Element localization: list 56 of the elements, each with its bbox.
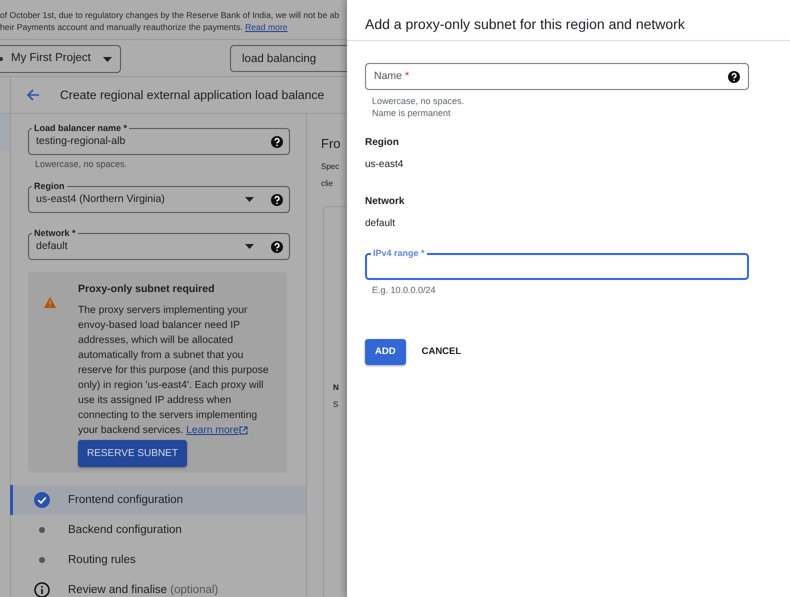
read-more-link[interactable]: Read more <box>245 22 288 32</box>
banner-text: heir Payments account and manually reauthorize the payments. Read more <box>0 22 289 32</box>
info-value: us-east4 <box>365 158 404 172</box>
help-icon <box>271 240 283 252</box>
step-item[interactable]: Routing rules <box>10 545 306 576</box>
project-selector[interactable]: My First Project <box>0 45 121 73</box>
step-item[interactable]: Review and finalise (optional) <box>10 575 306 597</box>
input-field[interactable]: Load balancer name * testing-regional-alb <box>28 123 290 155</box>
field-label: Load balancer name * <box>33 123 128 134</box>
helper-text: Lowercase, no spaces. <box>35 158 128 171</box>
alert-title: Proxy-only subnet required <box>78 282 216 296</box>
bullet-icon <box>39 527 45 534</box>
section-text: S <box>333 398 340 410</box>
help-icon <box>728 70 740 82</box>
check-circle-icon <box>34 492 50 508</box>
step-item[interactable]: Frontend configuration <box>10 485 306 516</box>
input-field[interactable]: Name * <box>365 63 749 90</box>
field-label: Name * <box>374 70 410 82</box>
warning-icon <box>44 296 56 308</box>
back-arrow-icon <box>26 89 40 101</box>
field-value: default <box>36 240 68 252</box>
learn-more-link[interactable]: Learn more <box>186 425 248 436</box>
panel-title: Add a proxy-only subnet for this region and network <box>347 0 790 41</box>
help-icon <box>271 194 283 206</box>
section-label: N <box>333 382 340 394</box>
external-link-icon <box>238 426 248 436</box>
reserve-subnet-button[interactable]: RESERVE SUBNET <box>78 440 187 468</box>
select-field[interactable]: Region us-east4 (Northern Virginia) <box>28 180 290 212</box>
cancel-button[interactable]: CANCEL <box>414 339 470 366</box>
info-label: Region <box>365 136 400 150</box>
helper-text: Lowercase, no spaces. <box>372 95 466 107</box>
select-field[interactable]: Network * default <box>28 228 290 260</box>
step-item[interactable]: Backend configuration <box>10 515 306 546</box>
info-value: default <box>365 217 396 231</box>
description-text: Spec <box>321 160 340 173</box>
dropdown-caret-icon <box>245 244 254 249</box>
helper-text: E.g. 10.0.0.0/24 <box>372 284 437 296</box>
page-title: Create regional external application load balance <box>60 86 324 104</box>
dropdown-caret-icon <box>245 197 254 202</box>
field-label: IPv4 range * <box>372 248 426 259</box>
banner-text: of October 1st, due to regulatory changes by the Reserve Bank of India, we will not be ab <box>0 10 340 20</box>
info-icon <box>34 582 50 597</box>
field-value: us-east4 (Northern Virginia) <box>36 192 165 205</box>
help-icon <box>271 136 283 148</box>
field-value: testing-regional-alb <box>36 135 126 148</box>
field-label: Network * <box>33 228 77 238</box>
info-label: Network <box>365 195 406 209</box>
bullet-icon <box>39 557 45 564</box>
helper-text: Name is permanent <box>372 107 452 119</box>
add-button[interactable]: ADD <box>365 339 406 366</box>
caret-icon <box>102 56 112 62</box>
optional-label: (optional) <box>170 582 218 597</box>
alert-text: The proxy servers implementing your envoy-based load balancer need IP addresses, which will be allocated automatically from a subnet that you reserve for this purpose (and this purpose only) in region 'us-east4'. Each proxy will use its assigned IP address when connecting to the servers implementing your backend services. Learn more <box>78 304 270 438</box>
field-label: Region <box>33 180 66 192</box>
section-heading: Fro <box>321 135 342 153</box>
description-text: clie <box>321 178 334 190</box>
